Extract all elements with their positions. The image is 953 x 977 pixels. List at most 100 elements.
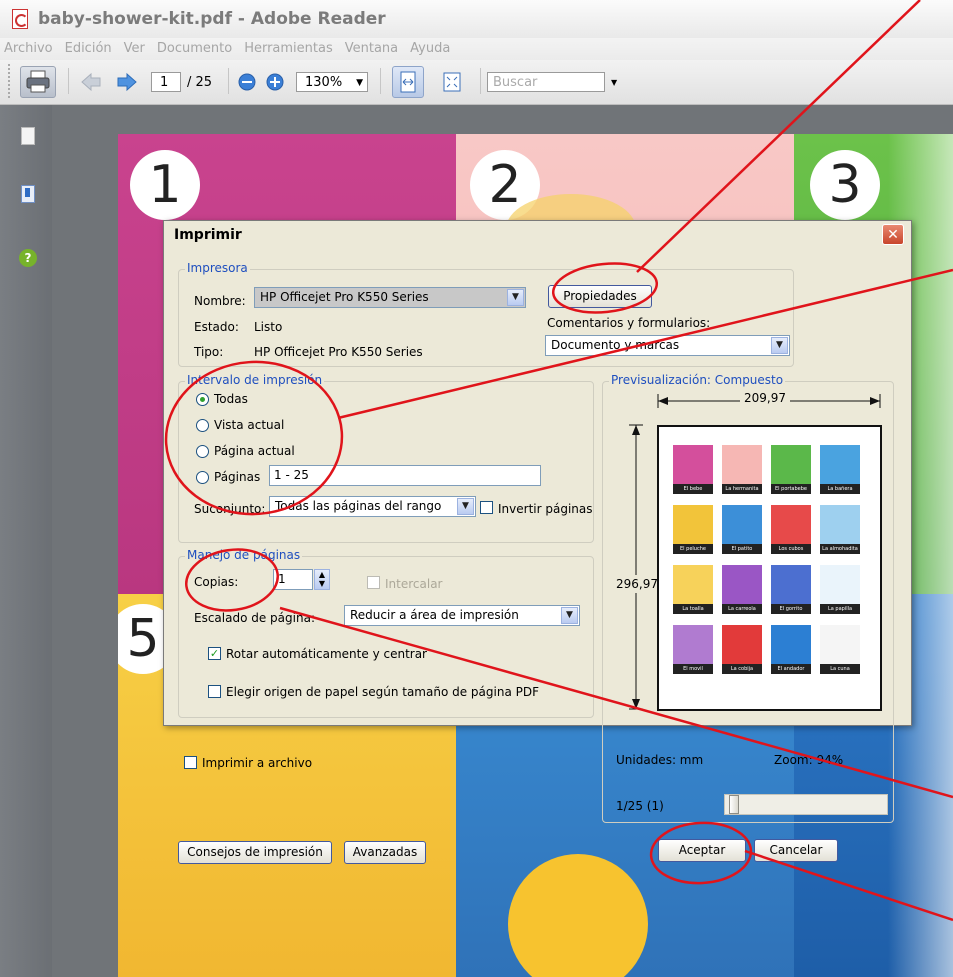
menu-edicion[interactable]: Edición [65, 38, 112, 60]
chevron-down-icon[interactable]: ▼ [457, 498, 474, 515]
preview-thumbnail: La bañera [820, 445, 860, 494]
print-icon[interactable] [20, 66, 56, 98]
pages-panel-icon[interactable] [21, 127, 35, 145]
copies-stepper[interactable]: ▲ ▼ [314, 569, 330, 590]
subset-select[interactable]: Todas las páginas del rango ▼ [269, 496, 476, 517]
scaling-label: Escalado de página: [194, 611, 315, 625]
previous-page-icon[interactable] [80, 72, 102, 95]
zoom-select[interactable]: 130% ▼ [296, 72, 368, 92]
printer-name-value: HP Officejet Pro K550 Series [260, 290, 429, 304]
preview-thumbnail-caption: La hermanita [722, 484, 762, 494]
print-to-file-checkbox[interactable] [184, 756, 197, 769]
preview-page-indicator: 1/25 (1) [616, 799, 664, 813]
search-dropdown-chevron-icon[interactable]: ▼ [611, 78, 617, 87]
menu-ver[interactable]: Ver [124, 38, 145, 60]
printer-type-value: HP Officejet Pro K550 Series [254, 345, 423, 359]
preview-slider-thumb[interactable] [729, 795, 739, 814]
preview-thumbnail-caption: La almohadita [820, 544, 860, 554]
chevron-down-icon: ▼ [356, 78, 363, 88]
copies-label: Copias: [194, 575, 239, 589]
preview-thumbnail-caption: El portabebe [771, 484, 811, 494]
search-input[interactable]: Buscar [487, 72, 605, 92]
chevron-down-icon[interactable]: ▼ [507, 289, 524, 306]
auto-rotate-checkbox[interactable]: ✓ [208, 647, 221, 660]
copies-input[interactable]: 1 [273, 569, 313, 590]
range-current-page-radio[interactable] [196, 445, 209, 458]
preview-thumbnail-caption: El andador [771, 664, 811, 674]
reverse-pages-label: Invertir páginas [498, 502, 593, 516]
preview-thumbnail-caption: El bebe [673, 484, 713, 494]
scaling-value: Reducir a área de impresión [350, 608, 519, 622]
fit-width-icon[interactable] [392, 66, 424, 98]
range-current-page-label: Página actual [214, 444, 295, 458]
comments-forms-value: Documento y marcas [551, 338, 680, 352]
preview-thumbnail-caption: El movil [673, 664, 713, 674]
printer-legend: Impresora [185, 261, 250, 275]
navigation-pane: ? [0, 105, 52, 977]
preview-units: Unidades: mm [616, 753, 704, 767]
menu-bar: Archivo Edición Ver Documento Herramientas Ve… [0, 38, 953, 60]
panel-number: 3 [810, 150, 880, 220]
range-pages-radio[interactable] [196, 471, 209, 484]
page-handling-legend: Manejo de páginas [185, 548, 303, 562]
pdf-file-icon [12, 9, 28, 29]
subset-value: Todas las páginas del rango [275, 499, 442, 513]
printer-name-select[interactable]: HP Officejet Pro K550 Series ▼ [254, 287, 526, 308]
next-page-icon[interactable] [116, 72, 138, 95]
range-pages-label: Páginas [214, 470, 261, 484]
print-tips-button[interactable]: Consejos de impresión [178, 841, 332, 864]
page-number-input[interactable]: 1 [151, 72, 181, 92]
preview-thumbnail-caption: La papilla [820, 604, 860, 614]
menu-archivo[interactable]: Archivo [4, 38, 53, 60]
preview-thumbnail-caption: La cobija [722, 664, 762, 674]
preview-thumbnail: Los cubos [771, 505, 811, 554]
print-to-file-label: Imprimir a archivo [202, 756, 313, 770]
reverse-pages-checkbox[interactable] [480, 501, 493, 514]
pages-range-input[interactable]: 1 - 25 [269, 465, 541, 486]
paper-source-label: Elegir origen de papel según tamaño de p… [226, 685, 539, 699]
menu-documento[interactable]: Documento [157, 38, 232, 60]
menu-ayuda[interactable]: Ayuda [410, 38, 450, 60]
help-icon[interactable]: ? [19, 249, 37, 267]
preview-thumbnail: La cuna [820, 625, 860, 674]
zoom-out-icon[interactable] [238, 73, 256, 94]
dialog-title: Imprimir [174, 227, 242, 243]
preview-thumbnail: La papilla [820, 565, 860, 614]
preview-thumbnail-caption: La bañera [820, 484, 860, 494]
chevron-down-icon[interactable]: ▼ [561, 607, 578, 624]
bookmarks-icon[interactable] [21, 185, 35, 203]
preview-thumbnail-caption: La toalla [673, 604, 713, 614]
scaling-select[interactable]: Reducir a área de impresión ▼ [344, 605, 580, 626]
print-range-legend: Intervalo de impresión [185, 373, 325, 387]
title-bar: baby-shower-kit.pdf - Adobe Reader [0, 0, 953, 38]
panel-number: 1 [130, 150, 200, 220]
preview-thumbnail: La cobija [722, 625, 762, 674]
collate-checkbox[interactable] [367, 576, 380, 589]
height-dimension-arrow [629, 424, 643, 710]
preview-thumbnail-caption: El peluche [673, 544, 713, 554]
range-all-radio[interactable] [196, 393, 209, 406]
cancel-button[interactable]: Cancelar [754, 839, 838, 862]
fit-page-icon[interactable] [440, 70, 464, 97]
preview-thumbnail: El andador [771, 625, 811, 674]
preview-thumbnail-caption: El gorrito [771, 604, 811, 614]
menu-ventana[interactable]: Ventana [345, 38, 398, 60]
advanced-button[interactable]: Avanzadas [344, 841, 426, 864]
printer-type-label: Tipo: [194, 345, 224, 359]
preview-thumbnail: El patito [722, 505, 762, 554]
preview-thumbnail: El movil [673, 625, 713, 674]
zoom-value: 130% [305, 75, 343, 90]
range-current-view-radio[interactable] [196, 419, 209, 432]
ok-button[interactable]: Aceptar [658, 839, 746, 862]
close-icon[interactable]: ✕ [882, 224, 904, 245]
paper-source-checkbox[interactable] [208, 685, 221, 698]
toolbar-grip[interactable] [8, 64, 16, 98]
preview-page-slider[interactable] [724, 794, 888, 815]
preview-thumbnail: El bebe [673, 445, 713, 494]
collate-label: Intercalar [385, 577, 443, 591]
properties-button[interactable]: Propiedades [548, 285, 652, 308]
zoom-in-icon[interactable] [266, 73, 284, 94]
comments-forms-select[interactable]: Documento y marcas ▼ [545, 335, 790, 356]
chevron-down-icon[interactable]: ▼ [771, 337, 788, 354]
menu-herramientas[interactable]: Herramientas [244, 38, 333, 60]
